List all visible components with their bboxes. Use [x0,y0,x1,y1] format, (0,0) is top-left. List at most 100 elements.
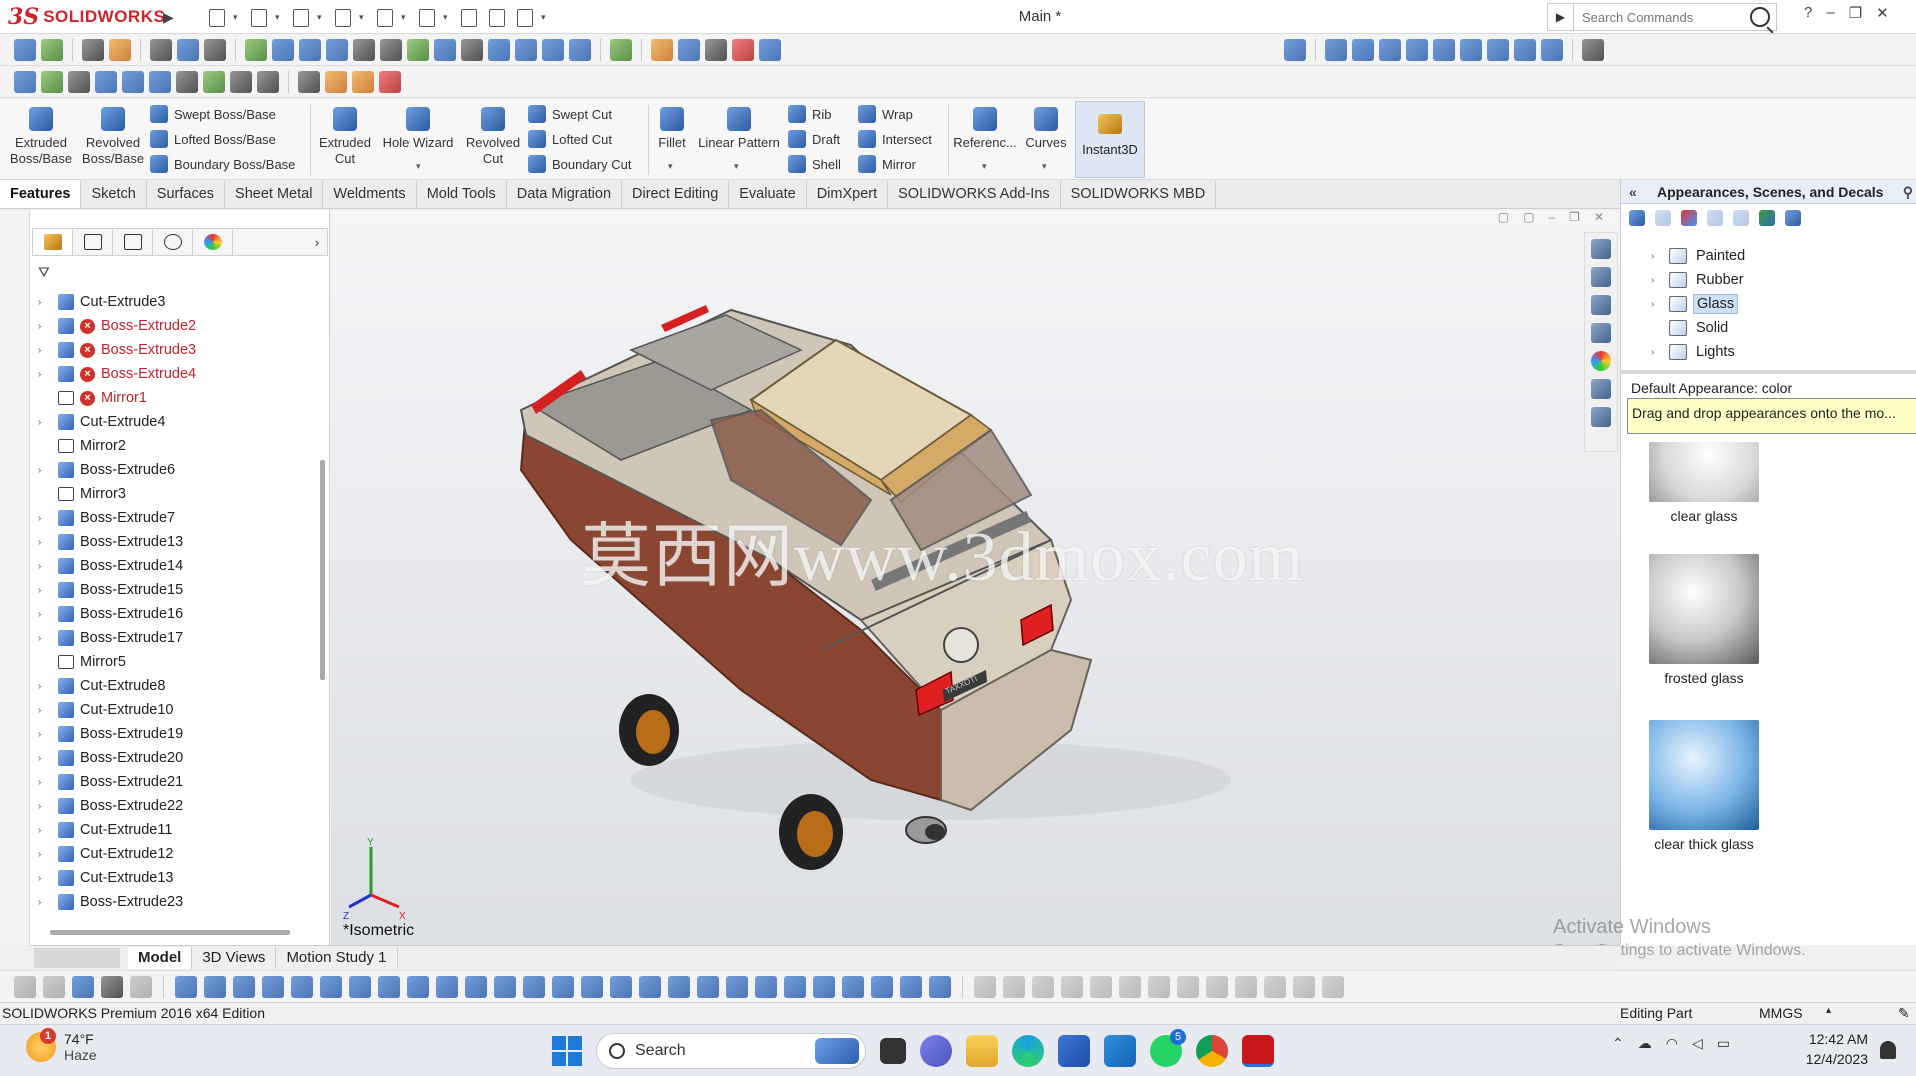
toolbar-icon[interactable] [291,976,313,998]
chevron-down-icon[interactable]: ▾ [317,12,325,23]
tree-item[interactable]: Mirror3 [30,482,330,506]
notification-bell-icon[interactable] [1880,1041,1896,1059]
task-view-icon[interactable] [880,1038,906,1064]
expand-arrow-icon[interactable]: › [38,849,50,860]
intersect-button[interactable]: Intersect [858,128,932,150]
tab-surfaces[interactable]: Surfaces [147,180,226,208]
left-view-icon[interactable] [1379,39,1401,61]
teams-chat-icon[interactable] [920,1035,952,1067]
toolbar-icon[interactable] [639,976,661,998]
instant3d-button[interactable]: Instant3D [1075,101,1145,178]
tab-solidworks-add-ins[interactable]: SOLIDWORKS Add-Ins [888,180,1061,208]
minimize-icon[interactable]: – [1826,4,1834,22]
home-icon[interactable] [1591,239,1611,259]
tree-item[interactable]: › Cut-Extrude10 [30,698,330,722]
refresh-icon[interactable] [1759,210,1775,226]
filter-icon[interactable] [43,976,65,998]
link-view-icon[interactable] [1582,39,1604,61]
tree-item[interactable]: › Boss-Extrude17 [30,626,330,650]
tree-item[interactable]: › Boss-Extrude16 [30,602,330,626]
store-icon[interactable] [1058,1035,1090,1067]
toolbar-icon[interactable] [705,39,727,61]
forum-icon[interactable] [1591,407,1611,427]
boundary-cut-button[interactable]: Boundary Cut [528,153,632,175]
toolbar-icon[interactable] [204,39,226,61]
select-icon[interactable] [101,976,123,998]
toolbar-icon[interactable] [1119,976,1141,998]
toolbar-icon[interactable] [262,976,284,998]
tab-sheet-metal[interactable]: Sheet Metal [225,180,324,208]
normal-to-icon[interactable] [1284,39,1306,61]
tree-item[interactable]: › Boss-Extrude6 [30,458,330,482]
chevron-down-icon[interactable]: ▾ [734,161,739,172]
appearance-icon[interactable] [109,39,131,61]
menu-expand-icon[interactable]: ▶ [163,6,177,28]
tab-model[interactable]: Model [128,946,193,969]
dimetric-view-icon[interactable] [1541,39,1563,61]
print-icon[interactable] [331,6,353,28]
toolbar-icon[interactable] [871,976,893,998]
toolbar-icon[interactable] [320,976,342,998]
battery-icon[interactable]: ▭ [1717,1035,1730,1052]
tree-item[interactable]: › Boss-Extrude15 [30,578,330,602]
toolbar-icon[interactable] [353,39,375,61]
toolbar-icon[interactable] [68,71,90,93]
tab-configuration-manager[interactable] [113,229,153,255]
design-library-icon[interactable] [1591,267,1611,287]
toolbar-icon[interactable] [407,976,429,998]
expand-arrow-icon[interactable]: › [1651,347,1663,358]
tab-solidworks-mbd[interactable]: SOLIDWORKS MBD [1061,180,1217,208]
pane-splitter[interactable] [1621,370,1916,374]
new-document-icon[interactable] [205,6,227,28]
swept-boss-button[interactable]: Swept Boss/Base [150,103,276,125]
undo-icon[interactable] [373,6,395,28]
chevron-down-icon[interactable]: ▾ [233,12,241,23]
rib-button[interactable]: Rib [788,103,832,125]
select-icon[interactable] [82,39,104,61]
toolbar-icon[interactable] [1032,976,1054,998]
curves-button[interactable]: Curves [1022,107,1070,151]
toolbar-icon[interactable] [379,71,401,93]
tree-item[interactable]: › Boss-Extrude13 [30,530,330,554]
appearance-category[interactable]: › Glass [1621,292,1916,316]
expand-arrow-icon[interactable]: › [1651,251,1663,262]
chevron-down-icon[interactable]: ▾ [541,12,549,23]
mirror-button[interactable]: Mirror [858,153,916,175]
toolbar-icon[interactable] [175,976,197,998]
extruded-boss-button[interactable]: Extruded Boss/Base [8,107,74,167]
save-icon[interactable] [289,6,311,28]
expand-arrow-icon[interactable]: › [38,609,50,620]
options-gear-icon[interactable] [513,6,535,28]
pin-icon[interactable]: ⚲ [1903,180,1913,204]
expand-arrow-icon[interactable]: › [38,537,50,548]
expand-arrow-icon[interactable]: › [38,705,50,716]
appearance-category[interactable]: Solid [1621,316,1916,340]
tab-dimxpert[interactable]: DimXpert [807,180,889,208]
solidworks-taskbar-icon[interactable] [1242,1035,1274,1067]
toolbar-icon[interactable] [1090,976,1112,998]
appearance-category[interactable]: › Lights [1621,340,1916,364]
file-explorer-icon[interactable] [1591,295,1611,315]
expand-arrow-icon[interactable]: › [38,417,50,428]
sum-icon[interactable] [461,39,483,61]
tab-3d-views[interactable]: 3D Views [192,946,277,969]
toolbar-icon[interactable] [523,976,545,998]
toolbar-icon[interactable] [95,71,117,93]
tab-weldments[interactable]: Weldments [323,180,417,208]
appearance-category[interactable]: › Painted [1621,244,1916,268]
toolbar-icon[interactable] [900,976,922,998]
graphics-viewport[interactable]: ▢ ▢ – ❐ ✕ TAXXOTI 莫西网www.3dmox.com Y X Z… [331,210,1620,945]
toolbar-icon[interactable] [272,39,294,61]
shell-button[interactable]: Shell [788,153,841,175]
tab-property-manager[interactable] [73,229,113,255]
weather-widget[interactable]: 1 74°F Haze [26,1028,97,1063]
tree-item[interactable]: › Boss-Extrude19 [30,722,330,746]
expand-arrow-icon[interactable]: › [1651,299,1663,310]
search-commands-box[interactable]: ▶ Search Commands [1547,3,1777,31]
tree-item[interactable]: Mirror2 [30,434,330,458]
revolved-cut-button[interactable]: Revolved Cut [460,107,526,167]
draft-button[interactable]: Draft [788,128,840,150]
solidworks-logo[interactable]: 3S SOLIDWORKS [8,3,165,31]
toolbar-icon[interactable] [1061,976,1083,998]
swatch-clear-glass[interactable]: clear glass [1649,442,1759,524]
